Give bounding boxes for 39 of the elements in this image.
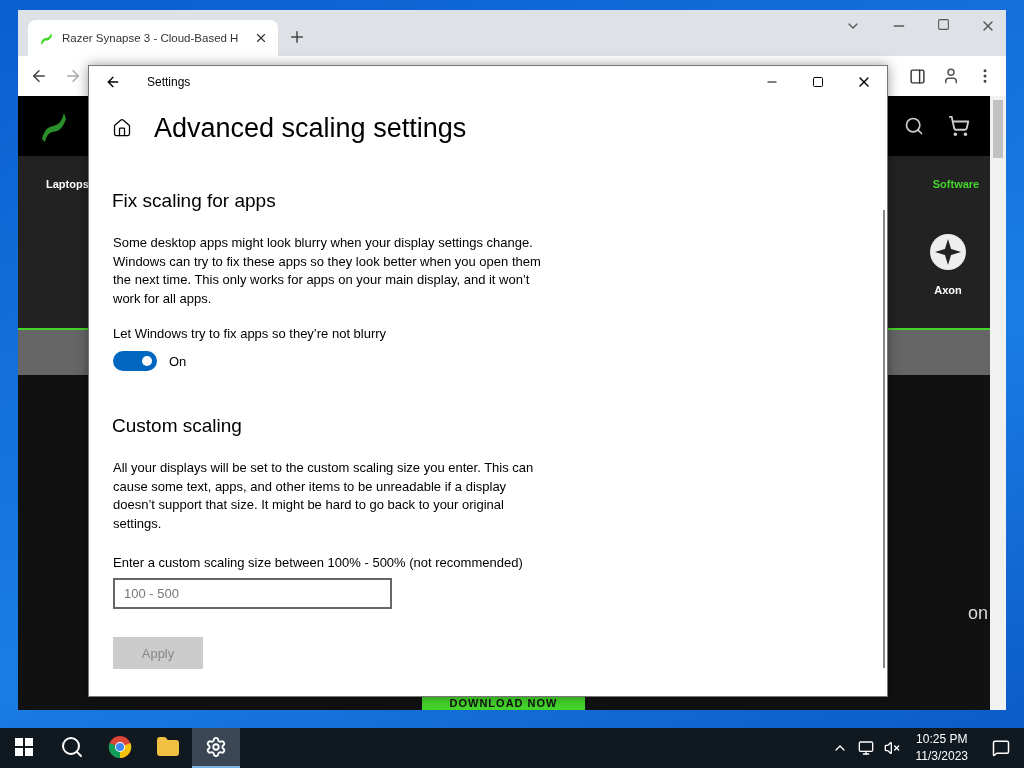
toggle-label: Let Windows try to fix apps so they’re not blurry [113, 326, 388, 341]
search-icon[interactable] [60, 735, 84, 759]
description-text: Some desktop apps might look blurry when your display settings change. Windows can try to fix these apps so they look better when you open them the next time. This only works for apps on your main display, and it won’t work for all apps. [113, 234, 542, 308]
crosshair-icon[interactable] [930, 234, 966, 270]
section-heading: Fix scaling for apps [112, 190, 277, 212]
close-icon[interactable] [254, 31, 268, 45]
download-button[interactable]: DOWNLOAD NOW [422, 697, 585, 710]
back-icon[interactable] [30, 67, 48, 85]
page-heading: Advanced scaling settings [154, 112, 467, 144]
section-heading: Custom scaling [112, 415, 243, 437]
nav-link[interactable]: Software [932, 178, 980, 190]
folder-icon[interactable] [156, 735, 180, 759]
scaling-input-field[interactable]: 100 - 500 [113, 578, 392, 609]
home-icon[interactable] [112, 118, 132, 138]
network-icon[interactable] [857, 740, 874, 756]
mute-icon[interactable] [883, 740, 900, 756]
field-label: Enter a custom scaling size between 100% - 500% (not recommended) [113, 555, 524, 570]
search-icon[interactable] [904, 116, 924, 136]
new-tab-icon[interactable] [288, 28, 306, 46]
notification-icon[interactable] [992, 739, 1010, 757]
back-icon[interactable] [105, 74, 121, 90]
window-title: Settings [147, 75, 191, 89]
description-text: All your displays will be set to the custom scaling size you enter. This can cause some text, apps, and other items to be unreadable if a display doesn’t support that size. It might be hard to go back to your original settings. [113, 459, 535, 533]
cart-icon[interactable] [948, 115, 970, 137]
windows-logo-icon[interactable] [15, 738, 33, 756]
clock[interactable]: 10:25 PM 11/3/2023 [915, 731, 968, 765]
chrome-icon [108, 735, 132, 759]
toggle-switch[interactable] [113, 351, 157, 371]
page-text: on [967, 603, 988, 624]
side-panel-icon[interactable] [909, 67, 926, 85]
tab-title: Razer Synapse 3 - Cloud-Based H [62, 32, 240, 44]
scrollbar[interactable] [990, 96, 1006, 710]
browser-tab[interactable]: Razer Synapse 3 - Cloud-Based H [28, 20, 278, 56]
nav-link[interactable]: Laptops [46, 178, 89, 190]
toggle-state: On [169, 353, 187, 369]
settings-icon[interactable] [205, 736, 227, 758]
maximize-icon[interactable] [812, 76, 824, 88]
product-label[interactable]: Axon [934, 284, 962, 296]
profile-icon[interactable] [942, 67, 960, 85]
